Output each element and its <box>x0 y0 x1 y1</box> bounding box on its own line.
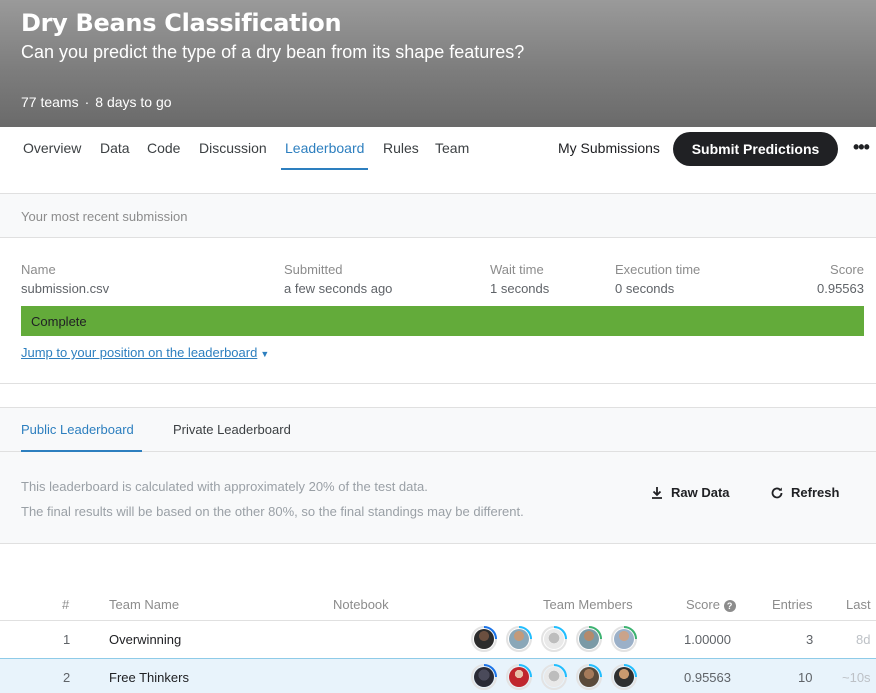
avatar[interactable] <box>611 664 637 690</box>
submitted-value: a few seconds ago <box>284 281 393 296</box>
wait-time-label: Wait time <box>490 262 544 277</box>
avatar[interactable] <box>506 626 532 652</box>
more-horizontal-icon[interactable]: ••• <box>853 137 870 158</box>
row-score: 1.00000 <box>684 632 731 647</box>
tab-overview[interactable]: Overview <box>23 140 81 156</box>
score-label: Score <box>830 262 864 277</box>
recent-submission-panel: Name submission.csv Submitted a few seco… <box>0 238 876 384</box>
tab-team[interactable]: Team <box>435 140 469 156</box>
name-value: submission.csv <box>21 281 110 296</box>
time-left: 8 days to go <box>95 94 172 110</box>
refresh-label: Refresh <box>791 485 840 500</box>
tab-data[interactable]: Data <box>100 140 130 156</box>
avatar[interactable] <box>471 626 497 652</box>
execution-time-value: 0 seconds <box>615 281 675 296</box>
competition-meta: 77 teams · 8 days to go <box>21 94 172 110</box>
avatar[interactable] <box>576 626 602 652</box>
row-entries: 10 <box>798 670 813 685</box>
tab-rules[interactable]: Rules <box>383 140 419 156</box>
help-icon[interactable]: ? <box>723 600 736 612</box>
meta-separator: · <box>84 94 90 110</box>
avatar[interactable] <box>471 664 497 690</box>
avatar[interactable] <box>541 664 567 690</box>
column-entries: Entries <box>772 597 813 612</box>
row-rank: 2 <box>63 670 71 685</box>
jump-to-position-link[interactable]: Jump to your position on the leaderboard… <box>21 345 269 360</box>
competition-header: Dry Beans Classification Can you predict… <box>0 0 876 127</box>
row-rank: 1 <box>63 632 71 647</box>
avatar[interactable] <box>541 626 567 652</box>
tab-public-leaderboard[interactable]: Public Leaderboard <box>21 422 134 437</box>
score-value: 0.95563 <box>817 281 864 296</box>
submitted-col: Submitted a few seconds ago <box>284 262 392 296</box>
row-last: 8d <box>856 632 871 647</box>
leaderboard-info: This leaderboard is calculated with appr… <box>0 452 876 544</box>
competition-subtitle: Can you predict the type of a dry bean f… <box>21 42 525 62</box>
raw-data-label: Raw Data <box>671 485 730 500</box>
leaderboard-tabs: Public Leaderboard Private Leaderboard <box>0 407 876 452</box>
leaderboard-info-line-2: The final results will be based on the o… <box>21 504 524 519</box>
my-submissions-link[interactable]: My Submissions <box>558 140 660 156</box>
teams-count: 77 teams <box>21 94 79 110</box>
submit-predictions-button[interactable]: Submit Predictions <box>673 132 838 166</box>
team-member-avatars <box>471 626 637 652</box>
raw-data-button[interactable]: Raw Data <box>650 485 730 500</box>
jump-link-label: Jump to your position on the leaderboard <box>21 345 258 360</box>
tab-leaderboard[interactable]: Leaderboard <box>285 140 364 156</box>
avatar[interactable] <box>611 626 637 652</box>
avatar[interactable] <box>576 664 602 690</box>
active-tab-indicator <box>281 168 368 170</box>
tab-discussion[interactable]: Discussion <box>199 140 267 156</box>
row-team-name[interactable]: Free Thinkers <box>109 670 189 685</box>
status-bar-complete: Complete <box>21 306 864 336</box>
leaderboard-info-line-1: This leaderboard is calculated with appr… <box>21 479 428 494</box>
caret-down-icon: ▼ <box>260 349 270 359</box>
execution-time-col: Execution time 0 seconds <box>615 262 700 296</box>
recent-submission-header: Your most recent submission <box>0 193 876 238</box>
avatar[interactable] <box>506 664 532 690</box>
refresh-icon <box>771 487 783 498</box>
tab-private-leaderboard[interactable]: Private Leaderboard <box>173 422 291 437</box>
wait-time-col: Wait time 1 seconds <box>490 262 549 296</box>
column-rank: # <box>62 597 70 612</box>
table-row[interactable]: 1 Overwinning 1.00000 3 8d <box>0 620 876 658</box>
execution-time-label: Execution time <box>615 262 701 277</box>
competition-nav: Overview Data Code Discussion Leaderboar… <box>0 127 876 171</box>
refresh-button[interactable]: Refresh <box>770 485 839 500</box>
column-last: Last <box>846 597 871 612</box>
submission-name-col: Name submission.csv <box>21 262 109 296</box>
row-entries: 3 <box>806 632 814 647</box>
row-last: ~10s <box>842 670 871 685</box>
team-member-avatars <box>471 664 637 690</box>
column-score: Score ? <box>686 597 736 612</box>
wait-time-value: 1 seconds <box>490 281 550 296</box>
column-team-members: Team Members <box>543 597 633 612</box>
column-score-label: Score <box>686 597 720 612</box>
table-row-own-team[interactable]: 2 Free Thinkers 0.95563 10 ~10s <box>0 658 876 693</box>
tab-code[interactable]: Code <box>147 140 180 156</box>
row-score: 0.95563 <box>684 670 731 685</box>
competition-title: Dry Beans Classification <box>21 9 342 37</box>
column-team-name: Team Name <box>109 597 180 612</box>
row-team-name[interactable]: Overwinning <box>109 632 181 647</box>
name-label: Name <box>21 262 56 277</box>
download-icon <box>652 486 662 499</box>
submitted-label: Submitted <box>284 262 343 277</box>
recent-submission-heading: Your most recent submission <box>21 209 188 224</box>
column-notebook: Notebook <box>333 597 389 612</box>
score-col: Score 0.95563 <box>817 262 864 296</box>
